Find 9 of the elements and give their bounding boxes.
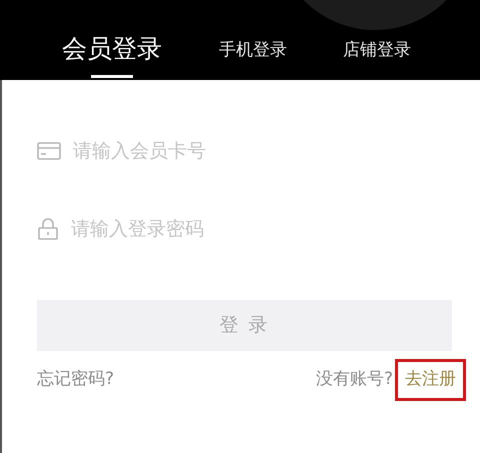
password-field[interactable]: 请输入登录密码 (71, 209, 452, 249)
tab[interactable]: 店铺登录 (343, 38, 411, 78)
tab[interactable]: 手机登录 (219, 38, 287, 78)
card-icon (37, 142, 61, 160)
register-prompt: 没有账号? (316, 368, 393, 391)
register-link[interactable]: 去注册 (395, 359, 466, 400)
tab[interactable]: 会员登录 (62, 33, 162, 78)
card-number-field[interactable]: 请输入会员卡号 (73, 131, 452, 171)
lock-icon (37, 218, 59, 240)
